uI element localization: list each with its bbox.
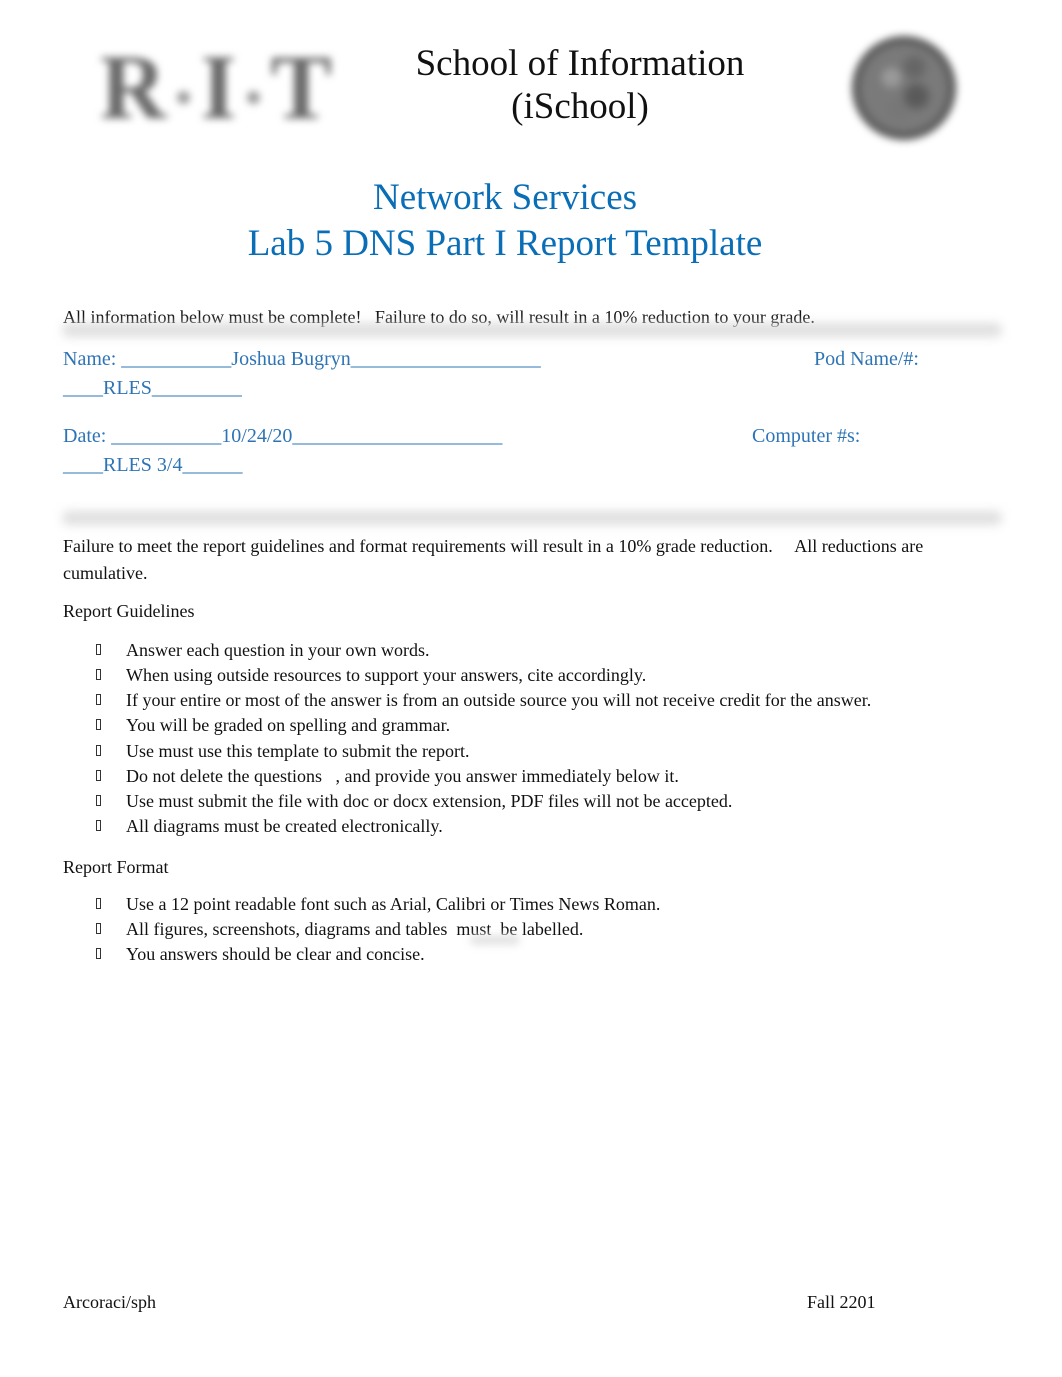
report-format-list: Use a 12 point readable font such as Ari… (94, 892, 660, 967)
pod-name-field[interactable]: ____RLES_________ (63, 374, 242, 402)
bullet-icon (96, 669, 101, 680)
rit-logo-dot: ● (174, 79, 195, 113)
computer-label: Computer #s: (752, 425, 861, 447)
list-item: You will be graded on spelling and gramm… (94, 713, 871, 738)
document-title-course: Network Services (372, 177, 638, 218)
bullet-icon (96, 694, 101, 705)
document-title: Network Services Lab 5 DNS Part I Report… (0, 175, 1010, 267)
school-title-line1: School of Information (415, 43, 745, 84)
rit-logo-letter-t: T (270, 36, 334, 138)
separator-band (62, 323, 1002, 337)
bullet-icon (96, 770, 101, 781)
rit-logo-letter-r: R (100, 36, 169, 138)
name-field[interactable]: Name: ___________Joshua Bugryn__________… (63, 345, 541, 373)
list-item-text: All diagrams must be created electronica… (126, 816, 443, 836)
list-item: If your entire or most of the answer is … (94, 688, 871, 713)
bullet-icon (96, 644, 101, 655)
list-item: All figures, screenshots, diagrams and t… (94, 917, 660, 942)
document-title-lab: Lab 5 DNS Part I Report Template (247, 223, 763, 264)
pod-name-label: Pod Name/#: (814, 348, 919, 370)
list-item-text: When using outside resources to support … (126, 665, 647, 685)
rit-logo: R ●I ●T (100, 41, 340, 133)
date-field[interactable]: Date: ___________10/24/20_______________… (63, 422, 502, 450)
report-guidelines-heading: Report Guidelines (63, 601, 195, 621)
computer-field[interactable]: ____RLES 3/4______ (63, 451, 242, 479)
list-item-text: You answers should be clear and concise. (126, 944, 425, 964)
list-item: Do not delete the questions , and provid… (94, 764, 871, 789)
footer-author: Arcoraci/sph (63, 1292, 156, 1312)
guidelines-note: Failure to meet the report guidelines an… (63, 533, 993, 587)
list-item: Use must submit the file with doc or doc… (94, 789, 871, 814)
list-item: Use a 12 point readable font such as Ari… (94, 892, 660, 917)
bullet-icon (96, 745, 101, 756)
list-item-text: Use must submit the file with doc or doc… (126, 791, 733, 811)
list-item-text: Use must use this template to submit the… (126, 741, 470, 761)
list-item: Use must use this template to submit the… (94, 739, 871, 764)
bullet-icon (96, 820, 101, 831)
guidelines-note-sentence1: Failure to meet the report guidelines an… (63, 536, 773, 556)
bullet-icon (96, 795, 101, 806)
school-title-line2: (iSchool) (511, 86, 649, 127)
list-item-text: Answer each question in your own words. (126, 640, 430, 660)
rit-logo-letter-i: I (200, 36, 239, 138)
list-item-text: Do not delete the questions , and provid… (126, 766, 679, 786)
bullet-icon (96, 923, 101, 934)
list-item: You answers should be clear and concise. (94, 942, 660, 967)
report-format-heading: Report Format (63, 857, 169, 877)
bullet-icon (96, 948, 101, 959)
list-item-text: Use a 12 point readable font such as Ari… (126, 894, 661, 914)
university-seal-icon (852, 36, 956, 140)
rit-logo-dot: ● (244, 79, 265, 113)
footer-term: Fall 2201 (807, 1292, 876, 1312)
bullet-icon (96, 719, 101, 730)
school-title: School of Information (iSchool) (380, 42, 780, 128)
list-item-text: If your entire or most of the answer is … (126, 690, 872, 710)
separator-band (62, 511, 1002, 525)
bullet-icon (96, 898, 101, 909)
report-guidelines-list: Answer each question in your own words. … (94, 638, 871, 839)
list-item: All diagrams must be created electronica… (94, 814, 871, 839)
list-item-text: You will be graded on spelling and gramm… (126, 715, 451, 735)
list-item: When using outside resources to support … (94, 663, 871, 688)
comment-highlight-smudge (470, 935, 520, 945)
list-item: Answer each question in your own words. (94, 638, 871, 663)
